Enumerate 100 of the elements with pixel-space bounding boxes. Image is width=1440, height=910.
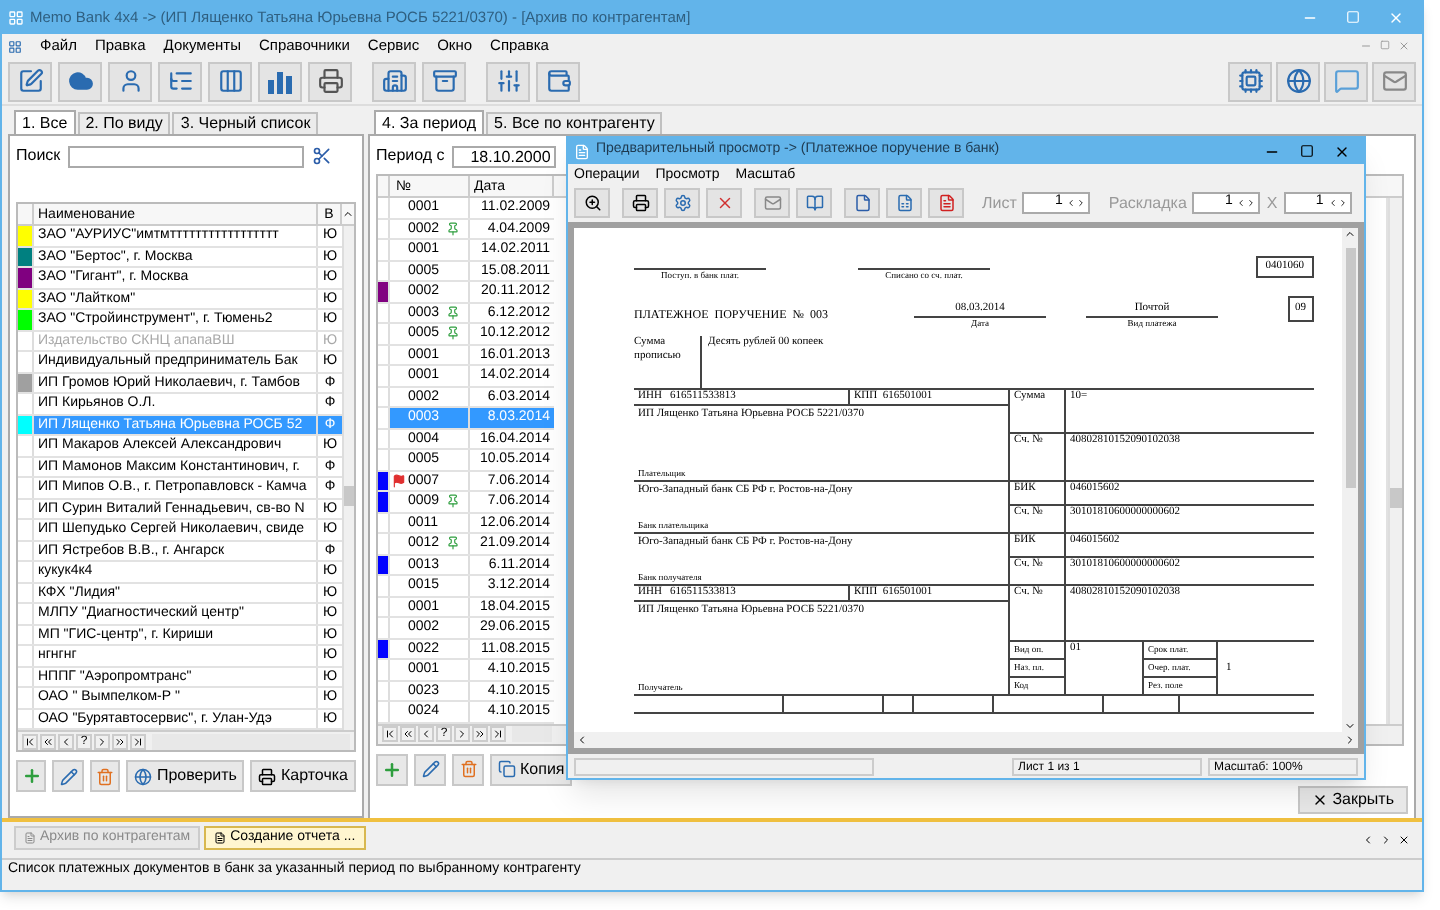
- previous-record-button[interactable]: [418, 726, 434, 742]
- document-icon: [214, 832, 227, 844]
- chip-icon: [1237, 68, 1263, 94]
- app-icon: [8, 10, 24, 26]
- list-icon: [167, 68, 193, 94]
- scroll-down-icon[interactable]: [1344, 720, 1356, 732]
- scissors-icon[interactable]: [312, 146, 333, 166]
- right-icon: [1246, 198, 1257, 208]
- next-record-button[interactable]: [454, 726, 470, 742]
- contacts-button[interactable]: [108, 61, 152, 101]
- next-page-button[interactable]: [112, 733, 128, 749]
- globe-icon: [1285, 68, 1311, 94]
- check-button[interactable]: Проверить: [126, 760, 245, 792]
- add-button[interactable]: [16, 760, 47, 792]
- cancel-print-button[interactable]: [706, 188, 742, 218]
- edit-document-button[interactable]: [8, 61, 52, 101]
- left-icon: [1066, 198, 1077, 208]
- sliders-icon: [495, 68, 521, 94]
- add-button[interactable]: [376, 753, 408, 785]
- period-date-field[interactable]: 18.10.2000: [452, 145, 557, 167]
- delete-button[interactable]: [89, 760, 121, 792]
- copy-button[interactable]: Копия: [490, 753, 573, 785]
- sheet-label: Лист: [982, 191, 1017, 215]
- pdf-export-button[interactable]: [928, 188, 964, 218]
- right-icon: [96, 735, 108, 747]
- first-record-button[interactable]: [382, 726, 398, 742]
- zoom-button[interactable]: [574, 188, 610, 218]
- settings-icon: [673, 194, 691, 212]
- tab[interactable]: 1. Все: [14, 110, 76, 134]
- scroll-left-icon[interactable]: [1362, 834, 1374, 846]
- globe-button[interactable]: [1276, 61, 1320, 101]
- left-icon: [60, 735, 72, 747]
- period-label: Период с: [376, 144, 445, 168]
- left-icon: [420, 728, 432, 740]
- last-record-button[interactable]: [490, 726, 506, 742]
- previous-page-button[interactable]: [400, 726, 416, 742]
- tab[interactable]: 4. За период: [374, 110, 485, 134]
- chip-button[interactable]: [1228, 61, 1272, 101]
- mail-icon: [1381, 68, 1407, 94]
- first-record-button[interactable]: [22, 733, 38, 749]
- mail-button[interactable]: [1372, 61, 1416, 101]
- building-button[interactable]: [372, 61, 416, 101]
- horizontal-scrollbar[interactable]: [152, 733, 350, 749]
- scroll-right-icon[interactable]: [1344, 734, 1356, 746]
- close-button[interactable]: Закрыть: [1298, 785, 1408, 813]
- wallet-button[interactable]: [536, 61, 580, 101]
- search-field[interactable]: [68, 145, 305, 167]
- app-icon: [8, 39, 22, 53]
- last-record-button[interactable]: [130, 733, 146, 749]
- wallet-icon: [545, 68, 571, 94]
- double-right-icon: [474, 728, 486, 740]
- horizontal-scrollbar[interactable]: [574, 732, 1358, 748]
- scroll-right-icon[interactable]: [1380, 834, 1392, 846]
- edit-button[interactable]: [414, 753, 446, 785]
- tab[interactable]: 3. Черный список: [172, 112, 319, 134]
- bar-chart-icon: [266, 67, 294, 95]
- left-icon: [1327, 198, 1338, 208]
- printer-icon: [258, 767, 277, 785]
- delete-button[interactable]: [452, 753, 484, 785]
- tab[interactable]: 5. Все по контрагенту: [486, 112, 663, 134]
- plus-icon: [21, 766, 42, 786]
- vertical-scrollbar[interactable]: [342, 226, 354, 730]
- right-icon: [1076, 198, 1087, 208]
- scroll-up-icon[interactable]: [1344, 228, 1356, 240]
- email-button[interactable]: [754, 188, 790, 218]
- print-button[interactable]: [622, 188, 658, 218]
- file-icon: [853, 194, 871, 212]
- print-button[interactable]: [308, 61, 352, 101]
- vertical-scrollbar[interactable]: [1342, 228, 1358, 732]
- person-icon: [117, 68, 143, 94]
- trash-icon: [96, 767, 115, 785]
- list-button[interactable]: [158, 61, 202, 101]
- scroll-up-icon[interactable]: [342, 208, 354, 220]
- close-icon[interactable]: [1398, 834, 1410, 846]
- print-settings-button[interactable]: [664, 188, 700, 218]
- double-left-icon: [42, 735, 54, 747]
- next-page-button[interactable]: [472, 726, 488, 742]
- reports-button[interactable]: [258, 61, 302, 101]
- card-button[interactable]: Карточка: [250, 760, 356, 792]
- first-icon: [24, 735, 36, 747]
- tab[interactable]: 2. По виду: [77, 112, 171, 134]
- speech-bubble-icon: [1333, 68, 1359, 94]
- book-icon: [805, 194, 823, 212]
- scroll-left-icon[interactable]: [576, 734, 588, 746]
- left-icon: [1236, 198, 1247, 208]
- close-icon[interactable]: [1334, 143, 1350, 159]
- close-icon: [1312, 791, 1329, 807]
- spreadsheet-icon: [895, 194, 913, 212]
- message-button[interactable]: [1324, 61, 1368, 101]
- zoom-icon: [583, 194, 601, 212]
- cloud-button[interactable]: [58, 61, 102, 101]
- mail-icon: [763, 194, 781, 212]
- next-record-button[interactable]: [94, 733, 110, 749]
- vertical-scrollbar[interactable]: [1388, 198, 1402, 723]
- maximize-icon[interactable]: [1300, 143, 1314, 157]
- settings-button[interactable]: [486, 61, 530, 101]
- previous-record-button[interactable]: [58, 733, 74, 749]
- previous-page-button[interactable]: [40, 733, 56, 749]
- edit-button[interactable]: [52, 760, 84, 792]
- horizontal-scrollbar[interactable]: [512, 726, 552, 742]
